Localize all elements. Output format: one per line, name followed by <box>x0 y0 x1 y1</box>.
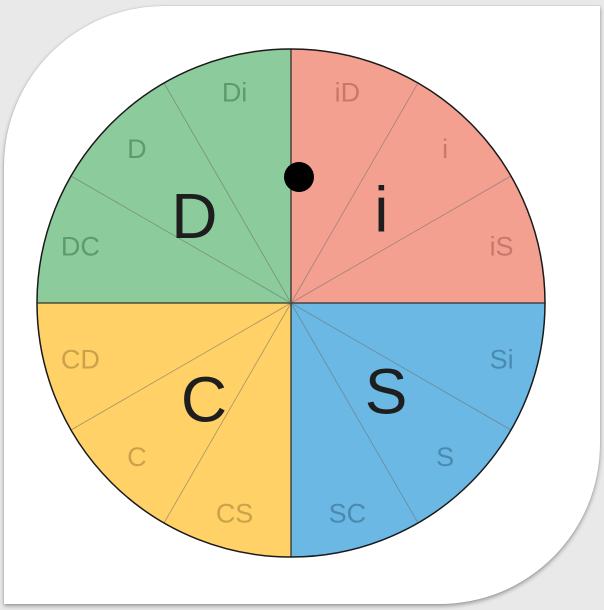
quadrant-i <box>291 49 545 303</box>
segment-label-sc: SC <box>329 499 367 529</box>
quadrant-label-s: S <box>365 356 408 428</box>
quadrant-label-i: i <box>374 173 388 245</box>
segment-label-i: i <box>442 134 448 164</box>
segment-label-cs: CS <box>216 499 254 529</box>
segment-label-si: Si <box>490 344 514 374</box>
quadrant-label-d: D <box>171 180 217 252</box>
segment-label-s: S <box>436 442 454 472</box>
segment-label-di: Di <box>222 77 248 107</box>
segment-label-is: iS <box>490 232 514 262</box>
position-marker-dot <box>284 162 314 192</box>
segment-label-d: D <box>127 134 147 164</box>
disc-wheel: Di iDiiSSiSSCCSCCDDCD DiSC <box>36 48 546 558</box>
quadrant-label-c: C <box>181 364 227 436</box>
segment-label-c: C <box>127 442 147 472</box>
segment-label-cd: CD <box>61 344 100 374</box>
quadrant-d <box>37 49 291 303</box>
segment-label-id: iD <box>335 77 361 107</box>
segment-label-dc: DC <box>61 232 100 262</box>
